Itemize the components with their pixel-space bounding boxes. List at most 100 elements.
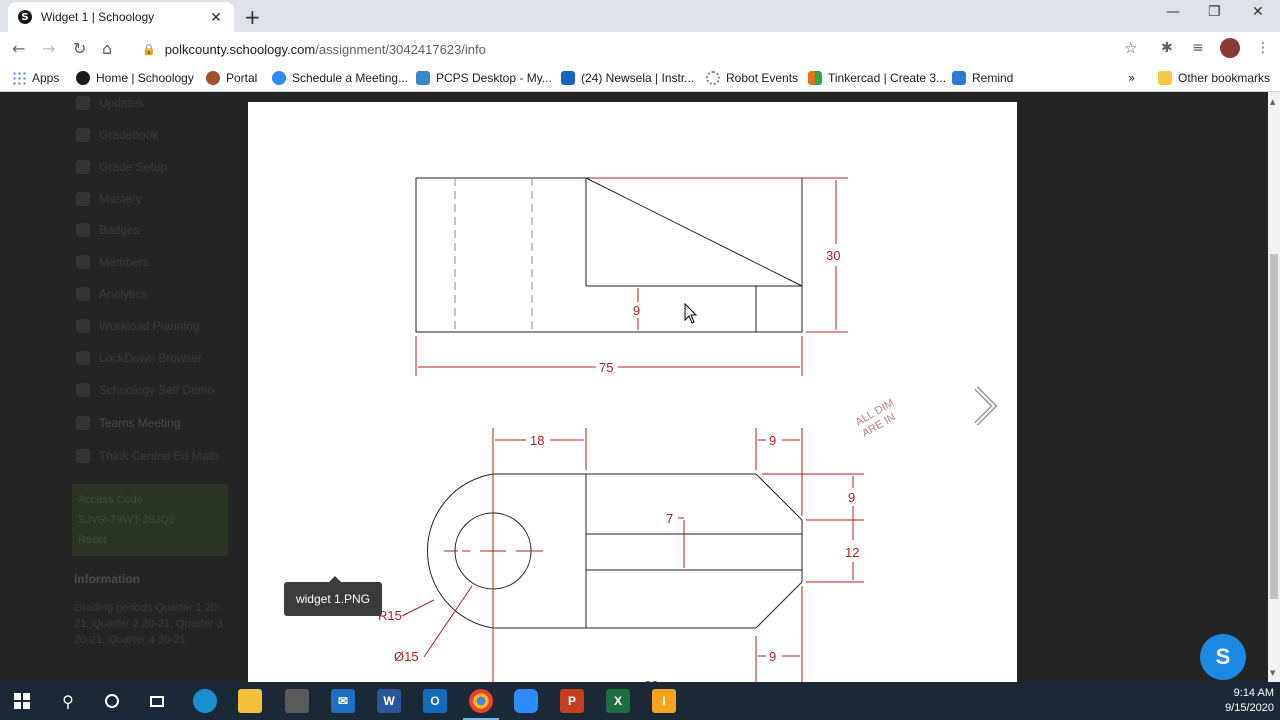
- minimize-icon[interactable]: —: [1166, 4, 1180, 20]
- folder-icon: [1158, 71, 1172, 85]
- schoology-help-button[interactable]: S: [1200, 634, 1246, 680]
- bookmark-remind[interactable]: Remind: [952, 71, 1013, 85]
- sidebar-item-label: Schoology Self Demo: [99, 383, 215, 397]
- dimension-note: ALL DIM ARE IN: [854, 397, 898, 440]
- forward-icon[interactable]: →: [42, 39, 55, 58]
- url-path: /assignment/3042417623/info: [315, 41, 486, 57]
- clock-date: 9/15/2020: [1225, 702, 1274, 714]
- restore-icon[interactable]: ❐: [1208, 4, 1221, 20]
- zoom-app-icon[interactable]: [514, 689, 538, 713]
- bookmark-label: Robot Events: [726, 71, 799, 85]
- word-icon[interactable]: W: [377, 689, 401, 713]
- edge-icon[interactable]: [193, 689, 217, 713]
- excel-icon[interactable]: X: [606, 689, 630, 713]
- teams-icon: [76, 416, 90, 430]
- powerpoint-icon[interactable]: P: [560, 689, 584, 713]
- back-icon[interactable]: ←: [12, 39, 25, 58]
- scroll-up-icon[interactable]: ▲: [1270, 98, 1275, 106]
- other-bookmarks-label: Other bookmarks: [1178, 71, 1271, 85]
- window-close-icon[interactable]: ✕: [1252, 4, 1264, 20]
- bookmark-robot-events[interactable]: Robot Events: [706, 71, 798, 85]
- scroll-down-icon[interactable]: ▼: [1270, 669, 1275, 677]
- bookmark-pcps[interactable]: PCPS Desktop - My...: [416, 71, 552, 85]
- sidebar-item-label: Grade Setup: [99, 160, 168, 174]
- dim-side-b: 12: [845, 545, 859, 560]
- page-scrollbar[interactable]: ▲ ▼: [1268, 92, 1280, 682]
- sidebar-item-lockdown[interactable]: LockDown Browser: [76, 351, 202, 365]
- sidebar-item-think-central[interactable]: Think Central Ed Math: [76, 449, 218, 463]
- browser-toolbar: ← → ↻ ⌂ 🔒 polkcounty.schoology.com/assig…: [0, 32, 1280, 66]
- profile-avatar[interactable]: [1220, 38, 1240, 58]
- access-code-reset[interactable]: Reset: [78, 530, 222, 550]
- schoology-favicon-icon: S: [18, 10, 32, 24]
- dim-front-height: 30: [826, 248, 840, 263]
- sidebar-item-mastery[interactable]: Mastery: [76, 192, 142, 206]
- sidebar-item-label: Teams Meeting: [99, 416, 181, 430]
- bookmark-star-icon[interactable]: ☆: [1124, 39, 1137, 57]
- outlook-icon[interactable]: O: [423, 689, 447, 713]
- newsela-icon: [561, 71, 575, 85]
- sidebar-item-label: Analytics: [99, 287, 148, 301]
- cortana-icon[interactable]: [100, 689, 124, 713]
- scrollbar-thumb[interactable]: [1270, 254, 1278, 599]
- bookmark-apps[interactable]: Apps: [12, 71, 59, 85]
- bookmark-newsela[interactable]: (24) Newsela | Instr...: [561, 71, 694, 85]
- windows-start-icon[interactable]: [10, 689, 34, 713]
- sidebar-item-members[interactable]: Members: [76, 255, 149, 269]
- sidebar-item-label: Members: [99, 255, 150, 269]
- media-control-icon[interactable]: ≡: [1192, 40, 1204, 56]
- self-demo-icon: [76, 383, 90, 397]
- sidebar-item-updates[interactable]: Updates: [76, 96, 144, 110]
- system-clock[interactable]: 9:14 AM 9/15/2020: [1214, 686, 1274, 716]
- inventor-icon[interactable]: I: [652, 689, 676, 713]
- dim-hole: Ø15: [394, 649, 419, 664]
- extensions-icon[interactable]: ✱: [1161, 40, 1173, 56]
- robot-events-icon: [706, 71, 720, 85]
- task-view-icon[interactable]: [145, 689, 169, 713]
- sidebar-item-analytics[interactable]: Analytics: [76, 287, 147, 301]
- url-host: polkcounty.schoology.com: [164, 41, 316, 57]
- reload-icon[interactable]: ↻: [73, 39, 86, 58]
- sidebar-item-grade-setup[interactable]: Grade Setup: [76, 160, 167, 174]
- gradebook-icon: [76, 128, 90, 142]
- store-icon[interactable]: [285, 689, 309, 713]
- more-bookmarks-icon[interactable]: »: [1128, 71, 1135, 85]
- mail-icon[interactable]: ✉: [331, 689, 355, 713]
- bookmark-tinkercad[interactable]: Tinkercad | Create 3...: [808, 71, 946, 85]
- sidebar-item-self-demo[interactable]: Schoology Self Demo: [76, 383, 214, 397]
- members-icon: [76, 255, 90, 269]
- apps-grid-icon: [12, 71, 26, 85]
- dim-top-left: 18: [530, 433, 544, 448]
- think-central-icon: [76, 449, 90, 463]
- tab-title: Widget 1 | Schoology: [41, 10, 155, 24]
- bookmark-schoology[interactable]: Home | Schoology: [76, 71, 194, 85]
- other-bookmarks[interactable]: Other bookmarks: [1158, 71, 1270, 85]
- clock-time: 9:14 AM: [1233, 687, 1274, 699]
- browser-tab[interactable]: S Widget 1 | Schoology ✕: [8, 2, 234, 32]
- chrome-icon[interactable]: [463, 689, 499, 720]
- analytics-icon: [76, 287, 90, 301]
- address-bar[interactable]: 🔒 polkcounty.schoology.com/assignment/30…: [130, 36, 1150, 62]
- sidebar-item-gradebook[interactable]: Gradebook: [76, 128, 158, 142]
- tinkercad-icon: [808, 71, 822, 85]
- zoom-icon: [272, 71, 286, 85]
- dim-front-width: 75: [599, 360, 613, 375]
- home-icon[interactable]: ⌂: [102, 39, 112, 58]
- lockdown-icon: [76, 351, 90, 365]
- dim-front-step: 9: [633, 303, 640, 318]
- sidebar-item-badges[interactable]: Badges: [76, 223, 140, 237]
- search-icon[interactable]: ⚲: [56, 689, 80, 713]
- sidebar-item-workload[interactable]: Workload Planning: [76, 319, 200, 333]
- bookmark-portal[interactable]: Portal: [206, 71, 257, 85]
- next-image-icon[interactable]: [970, 384, 1000, 428]
- sidebar-item-teams[interactable]: Teams Meeting: [76, 416, 180, 430]
- bookmark-zoom[interactable]: Schedule a Meeting...: [272, 71, 408, 85]
- close-tab-icon[interactable]: ✕: [208, 9, 224, 26]
- portal-icon: [206, 71, 220, 85]
- new-tab-icon[interactable]: +: [244, 5, 261, 29]
- file-explorer-icon[interactable]: [238, 689, 262, 713]
- menu-icon[interactable]: ⋮: [1256, 40, 1270, 56]
- grade-setup-icon: [76, 160, 90, 174]
- access-code-title: Access Code: [78, 494, 143, 506]
- access-code-value: SJVR-T9WT-39JQ2: [78, 514, 176, 526]
